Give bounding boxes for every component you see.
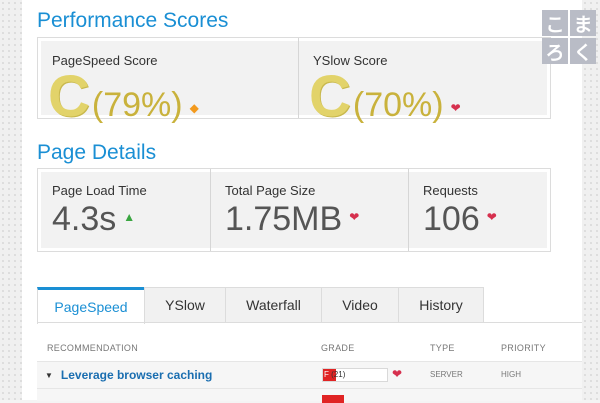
grade-letter: F — [324, 370, 329, 379]
pagespeed-grade-letter: C — [48, 64, 90, 129]
recommendation-text[interactable]: Leverage browser caching — [61, 368, 212, 382]
diamond-icon: ◆ — [189, 101, 199, 115]
requests-value: 106 ❤ — [423, 199, 497, 241]
tab-video[interactable]: Video — [321, 287, 399, 322]
total-page-size-value: 1.75MB ❤ — [225, 199, 359, 241]
recommendation-cell[interactable]: ▼ Leverage browser caching — [45, 368, 212, 382]
type-cell: SERVER — [430, 370, 463, 379]
total-page-size-number: 1.75MB — [225, 200, 343, 238]
caret-down-icon[interactable]: ▼ — [45, 371, 53, 380]
chevron-down-icon: ❤ — [450, 101, 461, 115]
performance-scores-panel: PageSpeed Score C (79%) ◆ YSlow Score C … — [37, 37, 551, 126]
recommendation-table-header: RECOMMENDATION GRADE TYPE PRIORITY — [37, 340, 582, 358]
chevron-down-icon: ❤ — [349, 210, 360, 225]
tab-yslow[interactable]: YSlow — [144, 287, 226, 322]
performance-scores-title: Performance Scores — [37, 9, 229, 32]
total-page-size-label: Total Page Size — [225, 183, 316, 198]
requests-label: Requests — [423, 183, 478, 198]
priority-cell: HIGH — [501, 370, 521, 379]
report-main: Performance Scores PageSpeed Score C (79… — [22, 0, 582, 403]
table-row[interactable] — [37, 388, 582, 403]
page-load-time-cell: Page Load Time 4.3s ▲ — [38, 169, 211, 251]
grade-score: (21) — [331, 370, 346, 379]
page-load-time-label: Page Load Time — [52, 183, 147, 198]
tab-divider — [37, 322, 582, 323]
report-tabs: PageSpeed YSlow Waterfall Video History — [37, 287, 484, 324]
left-gutter — [0, 0, 22, 400]
logo-char: く — [570, 38, 596, 64]
yslow-grade-letter: C — [309, 64, 351, 129]
logo-char: ろ — [542, 38, 568, 64]
total-page-size-cell: Total Page Size 1.75MB ❤ — [211, 169, 409, 251]
tab-pagespeed[interactable]: PageSpeed — [37, 287, 145, 324]
logo-char: ま — [570, 10, 596, 36]
grade-text: F (21) — [324, 369, 345, 381]
page-load-time-value: 4.3s ▲ — [52, 199, 135, 241]
yslow-score-cell: YSlow Score C (70%) ❤ — [299, 38, 550, 126]
chevron-down-icon: ❤ — [486, 210, 497, 225]
requests-number: 106 — [423, 200, 480, 238]
grade-bar: F (21) — [322, 368, 388, 382]
logo-char: こ — [542, 10, 568, 36]
header-grade: GRADE — [321, 343, 355, 353]
table-row[interactable]: ▼ Leverage browser caching F (21) ❤ SERVE… — [37, 361, 582, 388]
header-recommendation: RECOMMENDATION — [47, 343, 139, 353]
pagespeed-score-cell: PageSpeed Score C (79%) ◆ — [38, 38, 299, 126]
page-details-panel: Page Load Time 4.3s ▲ Total Page Size 1.7… — [37, 168, 551, 252]
chevron-down-icon: ❤ — [392, 367, 403, 381]
pagespeed-grade: C (79%) ◆ — [48, 68, 199, 126]
header-priority: PRIORITY — [501, 343, 546, 353]
yslow-grade-percent: (70%) — [352, 86, 444, 124]
page-details-title: Page Details — [37, 141, 157, 164]
grade-bar-fill — [322, 395, 344, 403]
page-load-time-number: 4.3s — [52, 200, 117, 238]
yslow-grade: C (70%) ❤ — [309, 68, 461, 126]
requests-cell: Requests 106 ❤ — [409, 169, 550, 251]
tab-waterfall[interactable]: Waterfall — [225, 287, 322, 322]
pagespeed-grade-percent: (79%) — [91, 86, 183, 124]
header-type: TYPE — [430, 343, 455, 353]
site-logo: こ ま ろ く — [542, 10, 596, 64]
tab-history[interactable]: History — [398, 287, 484, 322]
chevron-up-icon: ▲ — [123, 210, 136, 225]
